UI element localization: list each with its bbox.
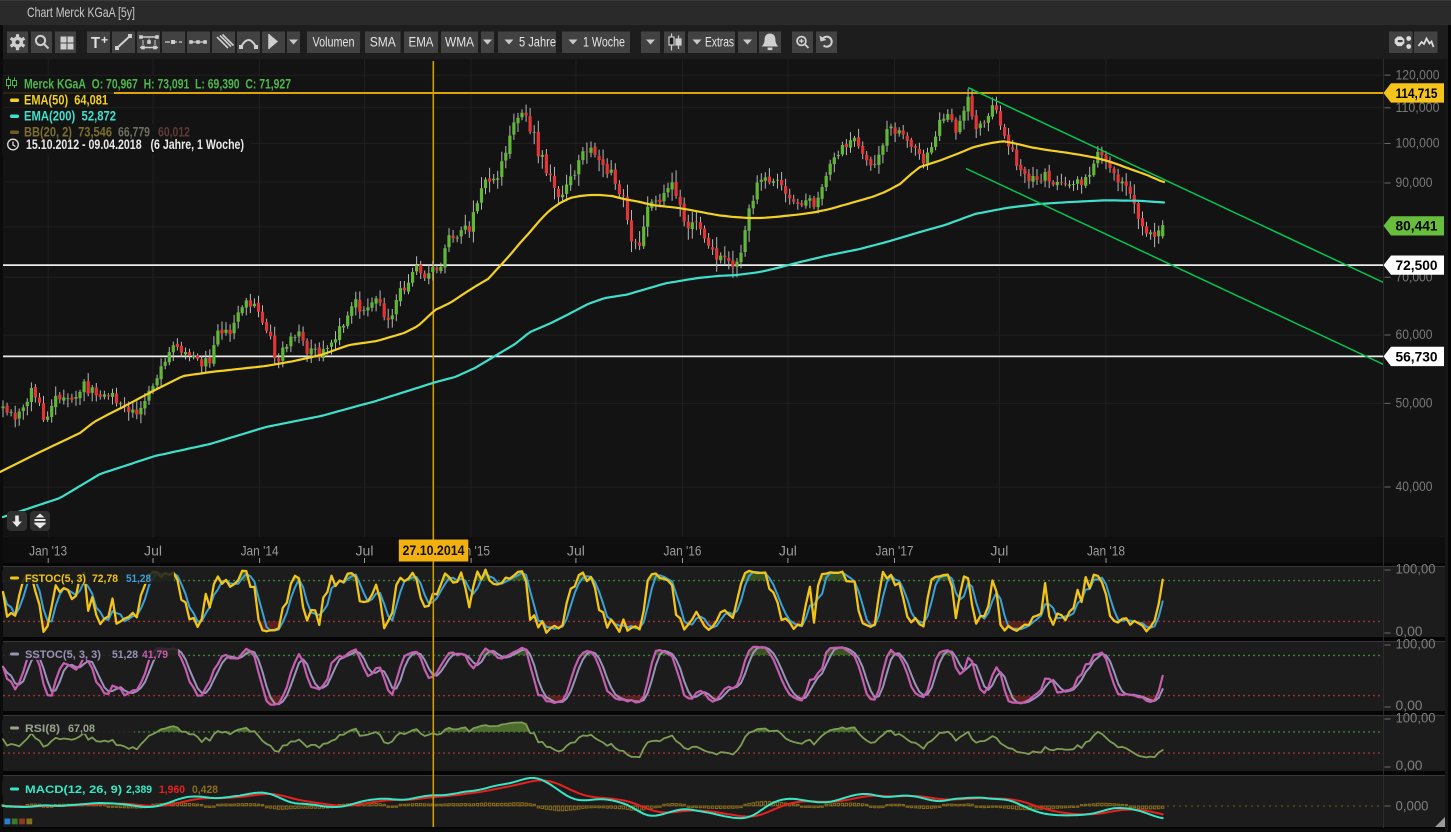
svg-text:72,500: 72,500 (1396, 257, 1438, 273)
svg-text:WMA: WMA (445, 35, 474, 50)
svg-text:2,389: 2,389 (126, 784, 152, 796)
svg-text:RSI(8): RSI(8) (25, 723, 60, 735)
svg-text:72,78: 72,78 (92, 573, 118, 585)
svg-text:1,960: 1,960 (159, 784, 185, 796)
svg-text:41,79: 41,79 (142, 649, 168, 661)
svg-text:0,428: 0,428 (192, 784, 218, 796)
svg-text:67,08: 67,08 (68, 723, 95, 735)
svg-text:Jul: Jul (567, 544, 585, 559)
svg-text:EMA: EMA (409, 35, 434, 50)
svg-text:Jul: Jul (990, 544, 1008, 559)
svg-text:SMA: SMA (370, 35, 396, 50)
svg-text:51,28: 51,28 (112, 649, 138, 661)
svg-text:1 Woche: 1 Woche (583, 35, 625, 50)
svg-text:50,000: 50,000 (1396, 396, 1433, 411)
svg-text:Jul: Jul (144, 544, 162, 559)
svg-text:EMA(200) 52,872: EMA(200) 52,872 (24, 109, 116, 124)
svg-text:120,000: 120,000 (1396, 67, 1440, 82)
svg-text:Extras: Extras (705, 35, 734, 50)
svg-text:Merck KGaA O: 70,967 H: 73,0: Merck KGaA O: 70,967 H: 73,091 L: 69,390… (24, 77, 291, 92)
svg-text:MACD(12, 26, 9): MACD(12, 26, 9) (25, 784, 122, 796)
svg-text:Jan '18: Jan '18 (1087, 544, 1125, 559)
svg-text:Jul: Jul (355, 544, 373, 559)
svg-text:Jan '13: Jan '13 (29, 544, 67, 559)
svg-text:100,00: 100,00 (1396, 562, 1436, 577)
svg-text:15.10.2012 - 09.04.2018 (6 J: 15.10.2012 - 09.04.2018 (6 Jahre, 1 Woch… (26, 137, 244, 152)
svg-text:80,441: 80,441 (1396, 218, 1438, 234)
svg-text:100,000: 100,000 (1396, 136, 1440, 151)
svg-text:Volumen: Volumen (313, 35, 355, 50)
svg-text:100,00: 100,00 (1396, 637, 1436, 652)
svg-text:Jan '16: Jan '16 (664, 544, 702, 559)
svg-text:EMA(50) 64,081: EMA(50) 64,081 (24, 93, 108, 108)
svg-text:SSTOC(5, 3, 3): SSTOC(5, 3, 3) (25, 649, 101, 661)
svg-text:100,00: 100,00 (1396, 711, 1436, 726)
svg-text:Jul: Jul (779, 544, 797, 559)
svg-text:56,730: 56,730 (1396, 348, 1438, 364)
svg-text:0,000: 0,000 (1396, 799, 1429, 814)
svg-text:+: + (101, 33, 108, 47)
svg-text:Chart Merck KGaA [5y]: Chart Merck KGaA [5y] (27, 4, 135, 20)
svg-text:T: T (91, 35, 100, 52)
svg-text:0,00: 0,00 (1396, 758, 1423, 773)
svg-text:90,000: 90,000 (1396, 175, 1433, 190)
svg-text:27.10.2014: 27.10.2014 (403, 543, 465, 558)
svg-text:114,715: 114,715 (1396, 85, 1438, 101)
svg-text:5 Jahre: 5 Jahre (519, 35, 556, 50)
svg-text:51,28: 51,28 (126, 573, 151, 585)
svg-text:40,000: 40,000 (1396, 479, 1433, 494)
svg-text:Jan '17: Jan '17 (876, 544, 914, 559)
svg-text:FSTOC(5, 3): FSTOC(5, 3) (25, 573, 86, 585)
svg-text:Jan '14: Jan '14 (241, 544, 279, 559)
svg-text:60,000: 60,000 (1396, 327, 1433, 342)
